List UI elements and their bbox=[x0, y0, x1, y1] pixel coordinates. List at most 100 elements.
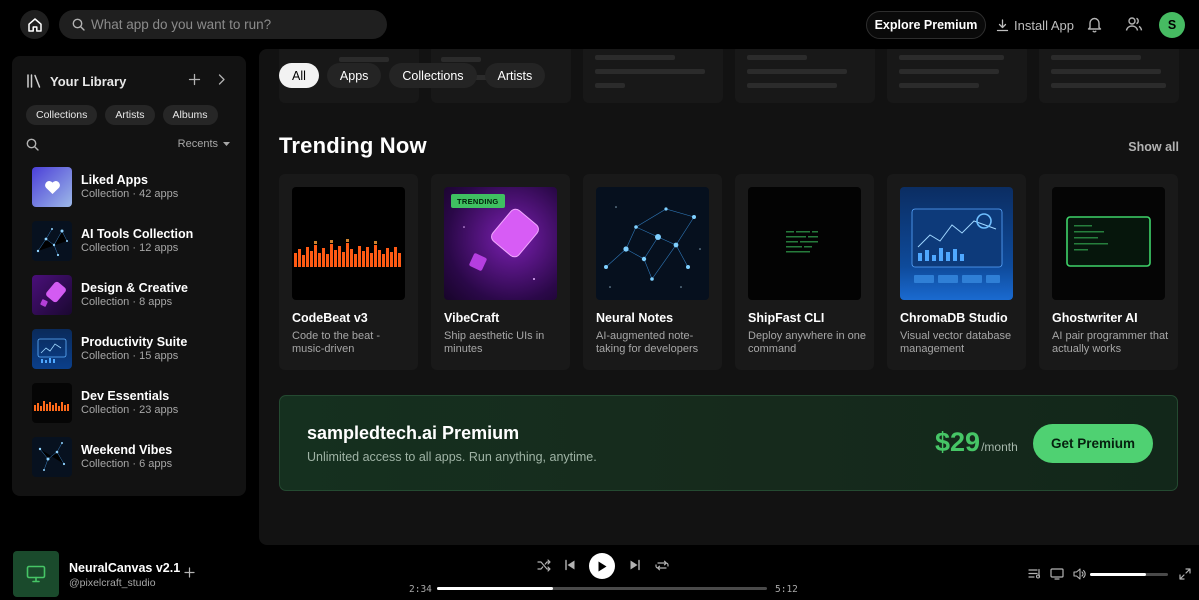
price-amount: $29 bbox=[935, 427, 981, 457]
show-all-link[interactable]: Show all bbox=[1128, 140, 1179, 154]
app-card-vibecraft[interactable]: TRENDING VibeCraft Ship aesthetic UIs in… bbox=[431, 174, 570, 370]
next-button[interactable] bbox=[629, 559, 641, 571]
library-item-meta: Collection · 15 apps bbox=[81, 350, 179, 362]
card-title: CodeBeat v3 bbox=[292, 311, 368, 325]
search-icon bbox=[72, 18, 85, 31]
total-time: 5:12 bbox=[775, 584, 798, 595]
library-item-ai-tools[interactable]: AI Tools Collection Collection · 12 apps bbox=[32, 221, 242, 275]
ghostwriter-artwork bbox=[1052, 187, 1165, 300]
trending-cards: CodeBeat v3 Code to the beat - music-dri… bbox=[279, 174, 1199, 370]
shuffle-icon bbox=[537, 559, 551, 572]
skip-back-icon bbox=[565, 559, 575, 571]
play-button[interactable] bbox=[589, 553, 615, 579]
home-button[interactable] bbox=[20, 10, 49, 39]
progress-bar[interactable] bbox=[437, 587, 767, 590]
queue-icon bbox=[1028, 568, 1041, 579]
get-premium-button[interactable]: Get Premium bbox=[1033, 424, 1153, 463]
library-item-weekend-vibes[interactable]: Weekend Vibes Collection · 6 apps bbox=[32, 437, 242, 491]
card-description: AI-augmented note-taking for developers bbox=[596, 330, 699, 355]
library-item-productivity[interactable]: Productivity Suite Collection · 15 apps bbox=[32, 329, 242, 383]
vibecraft-artwork: TRENDING bbox=[444, 187, 557, 300]
library-title[interactable]: Your Library bbox=[50, 74, 126, 89]
filter-artists[interactable]: Artists bbox=[484, 63, 546, 88]
expand-icon bbox=[1179, 568, 1191, 580]
plus-icon bbox=[184, 567, 195, 578]
library-item-name: Weekend Vibes bbox=[81, 443, 173, 457]
neural-notes-artwork bbox=[596, 187, 709, 300]
device-icon bbox=[1050, 568, 1064, 580]
library-item-name: Productivity Suite bbox=[81, 335, 188, 349]
app-card-chromadb[interactable]: ChromaDB Studio Visual vector database m… bbox=[887, 174, 1026, 370]
app-card-ghostwriter[interactable]: Ghostwriter AI AI pair programmer that a… bbox=[1039, 174, 1178, 370]
codebeat-artwork bbox=[292, 187, 405, 300]
queue-button[interactable] bbox=[1028, 568, 1041, 579]
repeat-button[interactable] bbox=[655, 559, 669, 572]
library-icon[interactable] bbox=[26, 73, 42, 89]
library-sidebar: Your Library Collections Artists Albums … bbox=[12, 56, 246, 496]
app-card-shipfast[interactable]: ShipFast CLI Deploy anywhere in one comm… bbox=[735, 174, 874, 370]
volume-slider[interactable] bbox=[1090, 573, 1168, 576]
sort-label: Recents bbox=[177, 138, 218, 150]
trending-badge: TRENDING bbox=[451, 194, 505, 208]
caret-down-icon bbox=[223, 141, 230, 146]
add-to-library-button[interactable] bbox=[184, 567, 195, 578]
card-description: Ship aesthetic UIs in minutes bbox=[444, 330, 545, 355]
now-playing-artist[interactable]: @pixelcraft_studio bbox=[69, 577, 156, 589]
notifications-button[interactable] bbox=[1086, 15, 1103, 33]
card-description: Code to the beat - music-driven bbox=[292, 330, 381, 355]
card-title: Neural Notes bbox=[596, 311, 674, 325]
install-app-button[interactable]: Install App bbox=[996, 11, 1074, 39]
premium-title: sampledtech.ai Premium bbox=[307, 423, 520, 443]
sort-dropdown[interactable]: Recents bbox=[178, 138, 230, 150]
main-content: All Apps Collections Artists Trending No… bbox=[259, 49, 1199, 545]
premium-banner: sampledtech.ai Premium Unlimited access … bbox=[279, 395, 1178, 491]
filter-all[interactable]: All bbox=[279, 63, 319, 88]
library-item-meta: Collection · 42 apps bbox=[81, 188, 179, 200]
app-card-neural-notes[interactable]: Neural Notes AI-augmented note-taking fo… bbox=[583, 174, 722, 370]
now-playing-title[interactable]: NeuralCanvas v2.1 bbox=[69, 561, 180, 575]
library-item-name: AI Tools Collection bbox=[81, 227, 194, 241]
user-avatar[interactable]: S bbox=[1159, 12, 1185, 38]
productivity-thumbnail bbox=[32, 329, 72, 369]
connect-device-button[interactable] bbox=[1050, 568, 1064, 580]
install-app-label: Install App bbox=[1014, 17, 1074, 33]
filter-apps[interactable]: Apps bbox=[326, 63, 382, 88]
card-description: Deploy anywhere in one command bbox=[748, 330, 867, 355]
search-input[interactable] bbox=[91, 17, 371, 32]
explore-premium-button[interactable]: Explore Premium bbox=[866, 11, 986, 39]
filter-collections[interactable]: Collections bbox=[389, 63, 477, 88]
previous-button[interactable] bbox=[564, 559, 576, 571]
monitor-icon bbox=[26, 565, 46, 583]
heart-icon bbox=[44, 180, 60, 194]
library-item-design-creative[interactable]: Design & Creative Collection · 8 apps bbox=[32, 275, 242, 329]
bell-icon bbox=[1087, 17, 1102, 33]
fullscreen-button[interactable] bbox=[1179, 568, 1191, 580]
library-item-name: Dev Essentials bbox=[81, 389, 170, 403]
card-title: ShipFast CLI bbox=[748, 311, 825, 325]
top-bar: Explore Premium Install App S bbox=[0, 0, 1199, 49]
shuffle-button[interactable] bbox=[537, 559, 551, 572]
arrow-right-icon[interactable] bbox=[215, 73, 228, 86]
library-item-liked-apps[interactable]: Liked Apps Collection · 42 apps bbox=[32, 167, 242, 221]
library-list: Liked Apps Collection · 42 apps AI Tools… bbox=[32, 167, 242, 491]
mute-button[interactable] bbox=[1073, 568, 1087, 580]
card-description: AI pair programmer that actually works bbox=[1052, 330, 1169, 355]
card-title: ChromaDB Studio bbox=[900, 311, 1008, 325]
playback-controls bbox=[535, 553, 670, 579]
liked-apps-thumbnail bbox=[32, 167, 72, 207]
chip-collections[interactable]: Collections bbox=[26, 105, 98, 125]
chip-albums[interactable]: Albums bbox=[162, 105, 218, 125]
weekend-vibes-thumbnail bbox=[32, 437, 72, 477]
card-description: Visual vector database management bbox=[900, 330, 1012, 355]
library-item-dev-essentials[interactable]: Dev Essentials Collection · 23 apps bbox=[32, 383, 242, 437]
card-title: VibeCraft bbox=[444, 311, 500, 325]
now-playing-thumbnail[interactable] bbox=[13, 551, 59, 597]
now-playing-bar: NeuralCanvas v2.1 @pixelcraft_studio 2:3… bbox=[0, 545, 1199, 600]
library-item-meta: Collection · 12 apps bbox=[81, 242, 179, 254]
app-card-codebeat[interactable]: CodeBeat v3 Code to the beat - music-dri… bbox=[279, 174, 418, 370]
plus-icon[interactable] bbox=[188, 73, 201, 86]
search-bar[interactable] bbox=[59, 10, 387, 39]
friend-activity-button[interactable] bbox=[1125, 15, 1143, 33]
chip-artists[interactable]: Artists bbox=[105, 105, 155, 125]
search-icon[interactable] bbox=[26, 138, 39, 151]
